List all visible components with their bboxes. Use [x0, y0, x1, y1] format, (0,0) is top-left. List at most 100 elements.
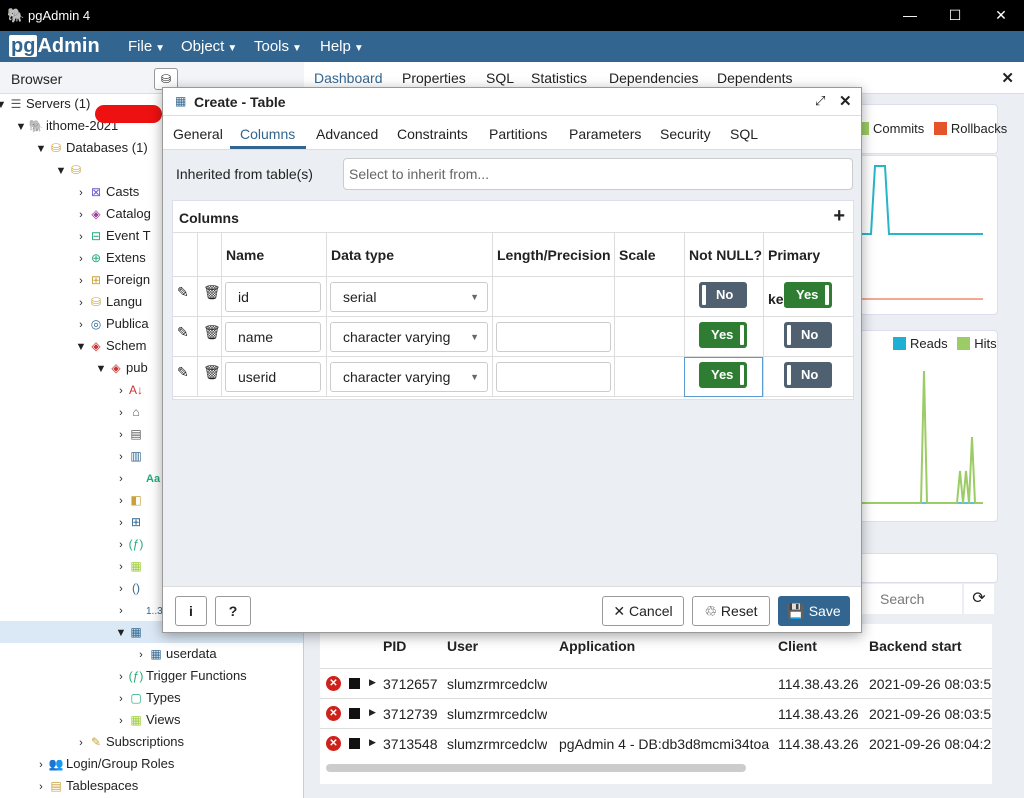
tree-item[interactable]: › ◈ Catalog: [74, 203, 151, 225]
refresh-icon[interactable]: ⟳: [964, 584, 994, 614]
column-name-input[interactable]: id: [225, 282, 321, 312]
tree-item[interactable]: › ▦ Views: [114, 709, 180, 731]
col-header-backend-start[interactable]: Backend start: [869, 624, 962, 668]
chevron-right-icon[interactable]: ›: [114, 710, 128, 732]
chevron-right-icon[interactable]: ›: [114, 424, 128, 446]
expand-row-icon[interactable]: ▶: [369, 677, 376, 688]
edit-icon[interactable]: ✎: [177, 364, 189, 381]
chevron-down-icon[interactable]: ▼: [54, 160, 68, 182]
data-type-select[interactable]: character varying ▼: [330, 362, 488, 392]
minimize-button[interactable]: —: [887, 0, 933, 31]
not-null-toggle[interactable]: No: [699, 282, 747, 308]
column-name-input[interactable]: name: [225, 322, 321, 352]
chevron-right-icon[interactable]: ›: [74, 204, 88, 226]
tree-item[interactable]: › (ƒ): [114, 533, 146, 555]
expand-row-icon[interactable]: ▶: [369, 707, 376, 718]
menu-object[interactable]: Object ▼: [181, 38, 237, 55]
chevron-right-icon[interactable]: ›: [34, 754, 48, 776]
tab-constraints[interactable]: Constraints: [397, 126, 468, 142]
tree-item[interactable]: › ◎ Publica: [74, 313, 148, 335]
save-button[interactable]: 💾 Save: [778, 596, 850, 626]
maximize-button[interactable]: ☐: [932, 0, 978, 31]
tree-item[interactable]: › ▤ Tablespaces: [34, 775, 138, 797]
tab-dependents[interactable]: Dependents: [717, 70, 793, 86]
primary-key-toggle[interactable]: No: [784, 322, 832, 348]
tree-item[interactable]: ▼ ☰ Servers (1): [0, 93, 90, 115]
chevron-right-icon[interactable]: ›: [74, 182, 88, 204]
chevron-right-icon[interactable]: ›: [114, 578, 128, 600]
data-type-select[interactable]: character varying ▼: [330, 322, 488, 352]
length-input[interactable]: [496, 322, 611, 352]
tree-item[interactable]: › ▦: [114, 555, 146, 577]
tree-item[interactable]: › Aa: [114, 467, 160, 489]
tree-item[interactable]: › ⛁ Langu: [74, 291, 142, 313]
tree-item[interactable]: › ◧: [114, 489, 146, 511]
activity-search-input[interactable]: Search: [862, 584, 962, 614]
chevron-right-icon[interactable]: ›: [74, 270, 88, 292]
chevron-right-icon[interactable]: ›: [114, 446, 128, 468]
edit-icon[interactable]: ✎: [177, 284, 189, 301]
tree-item[interactable]: ▼ ⛁ Databases (1): [34, 137, 148, 159]
chevron-right-icon[interactable]: ›: [114, 666, 128, 688]
primary-key-toggle[interactable]: Yes: [784, 282, 832, 308]
trash-icon[interactable]: 🗑: [203, 284, 221, 301]
tree-item[interactable]: › ⊟ Event T: [74, 225, 150, 247]
inherit-select[interactable]: Select to inherit from...: [343, 158, 853, 190]
tab-partitions[interactable]: Partitions: [489, 126, 547, 142]
tree-item[interactable]: › ▢ Types: [114, 687, 181, 709]
terminate-icon[interactable]: ✕: [326, 676, 341, 691]
not-null-toggle[interactable]: Yes: [699, 322, 747, 348]
tab-statistics[interactable]: Statistics: [531, 70, 587, 86]
length-input[interactable]: [496, 362, 611, 392]
chevron-down-icon[interactable]: ▼: [14, 116, 28, 138]
tree-item[interactable]: › ▤: [114, 423, 146, 445]
chevron-right-icon[interactable]: ›: [34, 776, 48, 798]
cancel-query-icon[interactable]: [349, 678, 360, 689]
menu-file[interactable]: File ▼: [128, 38, 165, 55]
tree-item[interactable]: ▼ ⛁: [54, 159, 86, 181]
not-null-toggle[interactable]: Yes: [699, 362, 747, 388]
tab-security[interactable]: Security: [660, 126, 711, 142]
tree-item[interactable]: › ⊞ Foreign: [74, 269, 150, 291]
tree-item[interactable]: › ⊠ Casts: [74, 181, 139, 203]
chevron-right-icon[interactable]: ›: [134, 644, 148, 666]
tree-item[interactable]: › (): [114, 577, 146, 599]
reset-button[interactable]: ♲ Reset: [692, 596, 770, 626]
terminate-icon[interactable]: ✕: [326, 736, 341, 751]
chevron-down-icon[interactable]: ▼: [74, 336, 88, 358]
add-column-button[interactable]: +: [833, 205, 845, 228]
chevron-right-icon[interactable]: ›: [114, 380, 128, 402]
chevron-right-icon[interactable]: ›: [114, 688, 128, 710]
chevron-right-icon[interactable]: ›: [114, 468, 128, 490]
info-button[interactable]: i: [175, 596, 207, 626]
cancel-query-icon[interactable]: [349, 708, 360, 719]
chevron-right-icon[interactable]: ›: [114, 600, 128, 622]
close-icon[interactable]: ✕: [1001, 69, 1014, 87]
menu-help[interactable]: Help ▼: [320, 38, 364, 55]
chevron-right-icon[interactable]: ›: [114, 534, 128, 556]
tab-dashboard[interactable]: Dashboard: [314, 70, 383, 86]
tree-item[interactable]: › ⊕ Extens: [74, 247, 146, 269]
chevron-right-icon[interactable]: ›: [114, 556, 128, 578]
tab-columns[interactable]: Columns: [240, 126, 295, 142]
chevron-down-icon[interactable]: ▼: [0, 94, 8, 116]
tree-item[interactable]: › ▦ userdata: [134, 643, 216, 666]
close-icon[interactable]: ✕: [839, 92, 852, 110]
terminate-icon[interactable]: ✕: [326, 706, 341, 721]
tab-general[interactable]: General: [173, 126, 223, 142]
chevron-right-icon[interactable]: ›: [74, 732, 88, 754]
tab-parameters[interactable]: Parameters: [569, 126, 641, 142]
chevron-right-icon[interactable]: ›: [114, 512, 128, 534]
chevron-right-icon[interactable]: ›: [114, 402, 128, 424]
tab-sql[interactable]: SQL: [486, 70, 514, 86]
tab-properties[interactable]: Properties: [402, 70, 466, 86]
menu-tools[interactable]: Tools ▼: [254, 38, 302, 55]
help-button[interactable]: ?: [215, 596, 251, 626]
tree-item[interactable]: ▼ ◈ Schem: [74, 335, 147, 358]
cancel-button[interactable]: ✕ Cancel: [602, 596, 684, 626]
data-type-select[interactable]: serial ▼: [330, 282, 488, 312]
primary-key-toggle[interactable]: No: [784, 362, 832, 388]
tree-item[interactable]: › 👥 Login/Group Roles: [34, 753, 174, 775]
tree-item[interactable]: ▼ ◈ pub: [94, 357, 148, 379]
chevron-right-icon[interactable]: ›: [74, 248, 88, 270]
